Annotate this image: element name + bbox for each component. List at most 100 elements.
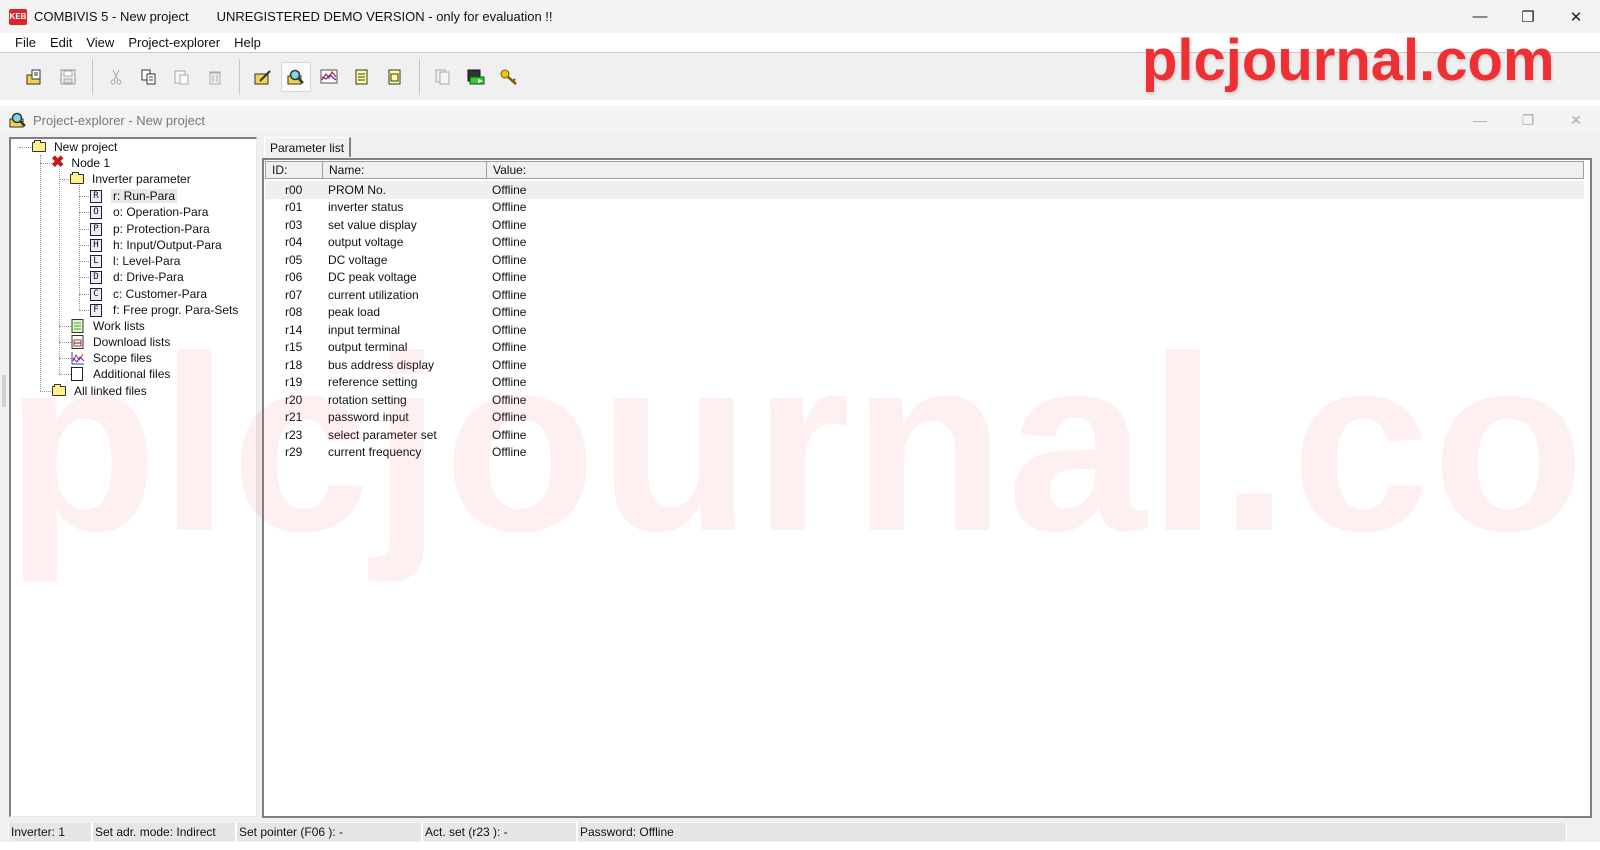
cut-button[interactable] (101, 62, 131, 92)
menu-edit[interactable]: Edit (43, 35, 79, 50)
menu-file[interactable]: File (8, 35, 43, 50)
folder-icon (70, 172, 84, 184)
parameter-group-r-icon: R (90, 189, 102, 203)
open-folder-icon (26, 69, 41, 85)
document-button[interactable] (428, 62, 458, 92)
table-row[interactable]: r19 reference setting Offline (265, 374, 1584, 392)
table-row[interactable]: r21 password input Offline (265, 409, 1584, 427)
parameter-value: Offline (492, 375, 527, 390)
status-act-set: Act. set (r23 ): - (422, 823, 577, 841)
child-restore-button[interactable]: ❐ (1504, 106, 1552, 134)
parameter-id: r18 (285, 357, 303, 372)
open-project-button[interactable] (20, 62, 50, 92)
disconnected-x-icon: ✖ (51, 154, 65, 171)
document-stack-icon (435, 69, 450, 85)
paste-icon (174, 70, 189, 85)
paste-button[interactable] (167, 62, 197, 92)
parameter-value: Offline (492, 287, 527, 302)
scope-button[interactable] (314, 62, 344, 92)
edit-project-button[interactable] (248, 62, 278, 92)
parameter-id: r06 (285, 270, 303, 285)
parameter-name: PROM No. (328, 182, 387, 197)
parameter-value: Offline (492, 182, 527, 197)
tree-item-all-linked-files[interactable]: All linked files (52, 383, 149, 399)
project-explorer-button[interactable] (281, 62, 311, 92)
child-close-button[interactable]: ✕ (1552, 106, 1600, 134)
table-row[interactable]: r05 DC voltage Offline (265, 251, 1584, 269)
parameter-id: r14 (285, 322, 303, 337)
parameter-id: r19 (285, 375, 303, 390)
download-list-icon (388, 69, 401, 85)
parameter-rows: r00 PROM No. Offline r01 inverter status Offl… (265, 181, 1584, 461)
close-button[interactable]: ✕ (1552, 0, 1600, 33)
key-icon (500, 69, 517, 85)
parameter-value: Offline (492, 200, 527, 215)
download-list-button[interactable] (380, 62, 410, 92)
column-header-name[interactable]: Name: (323, 162, 487, 178)
tree-item-protection-para[interactable]: P p: Protection-Para (90, 221, 212, 237)
parameter-name: input terminal (328, 322, 401, 337)
delete-button[interactable] (200, 62, 230, 92)
table-row[interactable]: r18 bus address display Offline (265, 356, 1584, 374)
app-title: COMBIVIS 5 - New project (34, 9, 189, 24)
table-row[interactable]: r00 PROM No. Offline (265, 181, 1584, 199)
work-list-icon (71, 319, 84, 333)
work-list-button[interactable] (347, 62, 377, 92)
table-row[interactable]: r14 input terminal Offline (265, 321, 1584, 339)
parameter-value: Offline (492, 410, 527, 425)
status-bar: Inverter: 1 Set adr. mode: Indirect Set … (0, 822, 1600, 842)
menu-help[interactable]: Help (227, 35, 268, 50)
column-header-value[interactable]: Value: (487, 162, 1583, 178)
tree-item-inverter-parameter[interactable]: Inverter parameter (70, 171, 193, 187)
table-row[interactable]: r07 current utilization Offline (265, 286, 1584, 304)
table-row[interactable]: r01 inverter status Offline (265, 199, 1584, 217)
copy-icon (141, 69, 156, 85)
table-row[interactable]: r08 peak load Offline (265, 304, 1584, 322)
folder-icon (32, 140, 46, 152)
project-tree: New project ✖ Node 1 Inverter parameter … (9, 137, 257, 817)
table-row[interactable]: r03 set value display Offline (265, 216, 1584, 234)
tree-item-customer-para[interactable]: C c: Customer-Para (90, 286, 209, 302)
column-header-id[interactable]: ID: (266, 162, 323, 178)
child-minimize-button[interactable]: — (1456, 106, 1504, 134)
menu-project-explorer[interactable]: Project-explorer (121, 35, 227, 50)
tree-item-download-lists[interactable]: Download lists (71, 334, 172, 350)
password-button[interactable] (494, 62, 524, 92)
tree-item-input-output-para[interactable]: H h: Input/Output-Para (90, 237, 224, 253)
table-row[interactable]: r20 rotation setting Offline (265, 391, 1584, 409)
panel-splitter[interactable] (2, 375, 6, 407)
tree-item-additional-files[interactable]: Additional files (71, 366, 172, 382)
table-row[interactable]: r23 select parameter set Offline (265, 426, 1584, 444)
tree-item-level-para[interactable]: L l: Level-Para (90, 253, 182, 269)
tree-item-operation-para[interactable]: O o: Operation-Para (90, 204, 210, 220)
parameter-group-l-icon: L (90, 254, 102, 268)
tab-parameter-list[interactable]: Parameter list (264, 137, 352, 157)
parameter-name: select parameter set (328, 427, 437, 442)
parameter-name: DC voltage (328, 252, 388, 267)
tree-item-work-lists[interactable]: Work lists (71, 318, 147, 334)
parameter-name: output terminal (328, 340, 408, 355)
menu-view[interactable]: View (79, 35, 121, 50)
transfer-button[interactable] (461, 62, 491, 92)
parameter-group-p-icon: P (90, 222, 102, 236)
status-password: Password: Offline (577, 823, 1567, 841)
tree-item-run-para[interactable]: R r: Run-Para (90, 188, 178, 204)
magnifier-icon (9, 112, 26, 128)
copy-button[interactable] (134, 62, 164, 92)
parameter-name: peak load (328, 305, 381, 320)
save-button[interactable] (53, 62, 83, 92)
watermark-logo: plcjournal.com (1142, 28, 1555, 93)
table-row[interactable]: r06 DC peak voltage Offline (265, 269, 1584, 287)
table-row[interactable]: r04 output voltage Offline (265, 234, 1584, 252)
parameter-name: DC peak voltage (328, 270, 417, 285)
table-row[interactable]: r15 output terminal Offline (265, 339, 1584, 357)
table-row[interactable]: r29 current frequency Offline (265, 444, 1584, 462)
parameter-group-f-icon: F (90, 303, 102, 317)
tree-item-scope-files[interactable]: Scope files (71, 350, 154, 366)
tree-item-node-1[interactable]: ✖ Node 1 (51, 155, 112, 171)
tree-item-free-progr-para-sets[interactable]: F f: Free progr. Para-Sets (90, 302, 240, 318)
tree-item-drive-para[interactable]: D d: Drive-Para (90, 269, 186, 285)
parameter-id: r04 (285, 235, 303, 250)
tree-item-new-project[interactable]: New project (32, 139, 119, 155)
parameter-value: Offline (492, 217, 527, 232)
